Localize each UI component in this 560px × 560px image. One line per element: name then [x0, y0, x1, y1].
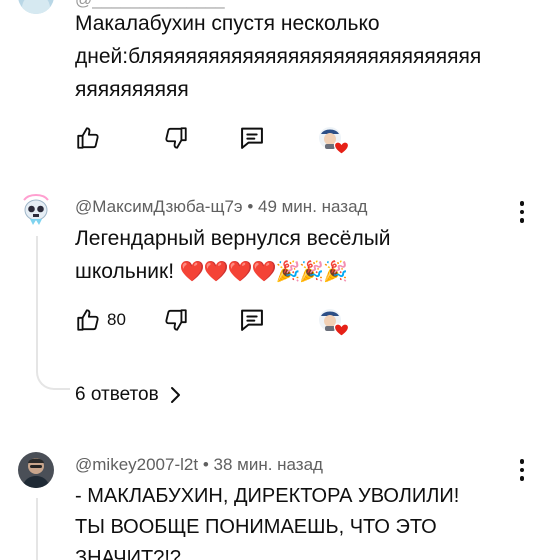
thread-curve — [36, 350, 70, 390]
creator-heart — [318, 125, 350, 155]
thumbs-up-icon — [77, 127, 99, 149]
avatar-image — [18, 452, 54, 488]
comment-text-line: ТЫ ВООБЩЕ ПОНИМАЕШЬ, ЧТО ЭТО — [75, 516, 437, 538]
comment-handle[interactable]: @МаксимДзюба-щ7э — [75, 197, 243, 216]
more-vertical-icon[interactable] — [512, 197, 532, 227]
avatar-image — [18, 0, 54, 14]
comment-time: • 49 мин. назад — [247, 197, 368, 216]
avatar[interactable] — [18, 0, 54, 14]
comment-time: • 38 мин. назад — [202, 455, 323, 474]
thumbs-down-icon — [165, 127, 187, 149]
thumbs-up-icon — [77, 309, 99, 331]
replies-label: 6 ответов — [75, 384, 159, 405]
dislike-button[interactable] — [163, 307, 189, 333]
reply-button[interactable] — [238, 306, 266, 334]
dislike-button[interactable] — [163, 125, 189, 151]
comment-text-line: школьник! — [75, 260, 175, 283]
avatar[interactable] — [18, 452, 54, 488]
like-count: 80 — [107, 310, 126, 329]
comment-text-line: Макалабухин спустя несколько — [75, 12, 380, 35]
avatar-image — [18, 192, 54, 228]
comment-text-line: Легендарный вернулся весёлый — [75, 227, 391, 250]
comment-text-line: дней:бляяяяяяяяяяяяяяяяяяяяяяяяяяяяя — [75, 45, 482, 68]
thumbs-down-icon — [165, 309, 187, 331]
comment-meta: @МаксимДзюба-щ7э • 49 мин. назад — [75, 197, 367, 217]
comment-meta: @mikey2007-l2t • 38 мин. назад — [75, 455, 323, 475]
like-button[interactable] — [75, 125, 101, 151]
view-replies-button[interactable]: 6 ответов — [75, 384, 181, 406]
creator-heart — [318, 307, 350, 337]
creator-heart-icon — [319, 309, 350, 337]
avatar[interactable] — [18, 192, 54, 228]
comment-handle[interactable]: @mikey2007-l2t — [75, 455, 198, 474]
creator-heart-icon — [319, 127, 350, 155]
comment-text-line: ЗНАЧИТ?!? — [75, 547, 182, 560]
thread-line-top — [36, 236, 38, 366]
like-button[interactable]: 80 — [75, 307, 126, 333]
comment-emoji: ❤️❤️❤️❤️🎉🎉🎉 — [179, 261, 348, 283]
chevron-right-icon — [170, 387, 180, 403]
reply-comment-icon — [241, 309, 263, 331]
more-vertical-icon[interactable] — [512, 455, 532, 485]
comment-text-line: - МАКЛАБУХИН, ДИРЕКТОРА УВОЛИЛИ! — [75, 485, 460, 507]
reply-button[interactable] — [238, 124, 266, 152]
thread-line-bottom — [36, 498, 38, 560]
comment-text-row: школьник! ❤️❤️❤️❤️🎉🎉🎉 — [75, 255, 348, 289]
reply-comment-icon — [241, 127, 263, 149]
comment-text-line: яяяяяяяяяя — [75, 78, 189, 101]
